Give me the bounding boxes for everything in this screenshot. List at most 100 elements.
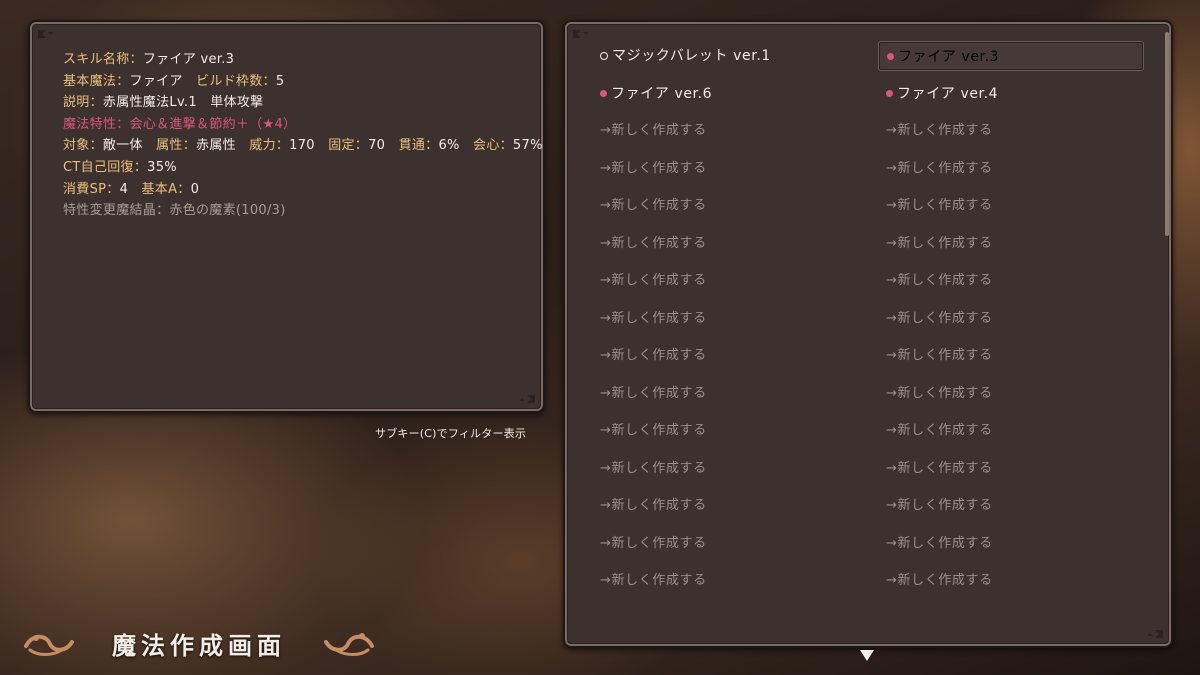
slot-label: →新しく作成する <box>886 235 993 251</box>
corner-ornament-icon <box>1141 616 1165 640</box>
info-line: 説明：赤属性魔法Lv.1 単体攻撃 <box>63 92 543 114</box>
list-scrollbar[interactable] <box>1165 32 1169 236</box>
info-line: 魔法特性：会心＆進撃＆節約＋（★4） <box>63 114 543 136</box>
new-magic-slot[interactable]: →新しく作成する <box>600 266 707 296</box>
info-key: 貫通： <box>398 138 439 154</box>
slot-label: ファイア ver.4 <box>897 85 999 102</box>
new-magic-slot[interactable]: →新しく作成する <box>600 154 707 184</box>
new-magic-slot[interactable]: →新しく作成する <box>600 304 707 334</box>
info-key: ビルド枠数： <box>196 73 276 89</box>
info-value: 赤色の魔素(100/3) <box>169 203 286 219</box>
slot-label: →新しく作成する <box>600 123 707 138</box>
new-magic-slot[interactable]: →新しく作成する <box>886 416 993 446</box>
info-key: 威力： <box>249 138 290 154</box>
new-magic-slot[interactable]: →新しく作成する <box>886 379 993 409</box>
slot-label: ファイア ver.6 <box>611 85 713 102</box>
info-value: 0 <box>190 181 200 197</box>
info-value: 57% <box>512 138 543 154</box>
swirl-ornament-icon <box>22 624 78 660</box>
slot-label: →新しく作成する <box>600 385 707 401</box>
info-key: 基本A： <box>141 181 191 197</box>
slot-label: →新しく作成する <box>886 385 993 401</box>
magic-slot[interactable]: ファイア ver.4 <box>886 79 998 109</box>
slot-label: →新しく作成する <box>886 423 993 438</box>
corner-ornament-icon <box>36 28 60 52</box>
slot-label: →新しく作成する <box>600 535 707 551</box>
slot-label: →新しく作成する <box>886 160 993 176</box>
pink-dot-icon <box>886 89 893 97</box>
new-magic-slot[interactable]: →新しく作成する <box>600 229 707 259</box>
new-magic-slot[interactable]: →新しく作成する <box>886 229 993 259</box>
info-value: 赤属性魔法Lv.1 単体攻撃 <box>102 95 264 111</box>
new-magic-slot[interactable]: →新しく作成する <box>600 191 707 221</box>
new-magic-slot[interactable]: →新しく作成する <box>600 341 707 371</box>
info-value: 6% <box>438 138 460 154</box>
info-line: スキル名称：ファイア ver.3 <box>63 49 543 71</box>
magic-slot[interactable]: ファイア ver.3 <box>878 41 1144 71</box>
slot-label: →新しく作成する <box>886 460 993 476</box>
info-line: 対象：敵一体 属性：赤属性 威力：170 固定：70 貫通：6% 会心：57% <box>63 135 543 157</box>
new-magic-slot[interactable]: →新しく作成する <box>886 116 993 146</box>
info-key: 基本魔法： <box>63 73 130 89</box>
triangle-down-icon[interactable] <box>860 650 874 661</box>
new-magic-slot[interactable]: →新しく作成する <box>886 529 993 559</box>
slot-label: →新しく作成する <box>600 273 707 288</box>
ring-dot-icon <box>600 52 608 60</box>
corner-ornament-icon <box>571 28 595 52</box>
info-value: 5 <box>275 73 285 89</box>
new-magic-slot[interactable]: →新しく作成する <box>886 491 993 521</box>
filter-hint-text: サブキー(C)でフィルター表示 <box>375 427 527 440</box>
magic-slot[interactable]: ファイア ver.6 <box>600 79 712 109</box>
slot-label: →新しく作成する <box>600 460 707 476</box>
info-value: 4 <box>119 181 129 197</box>
pink-dot-icon <box>600 89 607 97</box>
info-key: 会心： <box>473 138 513 154</box>
new-magic-slot[interactable]: →新しく作成する <box>886 304 993 334</box>
new-magic-slot[interactable]: →新しく作成する <box>886 454 993 484</box>
slot-label: →新しく作成する <box>600 235 707 251</box>
info-value: 赤属性 <box>196 138 236 154</box>
new-magic-slot[interactable]: →新しく作成する <box>886 154 993 184</box>
corner-ornament-icon <box>513 381 537 405</box>
new-magic-slot[interactable]: →新しく作成する <box>600 491 707 521</box>
new-magic-slot[interactable]: →新しく作成する <box>886 341 993 371</box>
info-key: 固定： <box>328 138 369 154</box>
slot-label: →新しく作成する <box>886 535 993 551</box>
new-magic-slot[interactable]: →新しく作成する <box>886 266 993 296</box>
slot-label: →新しく作成する <box>600 573 707 588</box>
info-key: CT自己回復： <box>63 159 148 175</box>
new-magic-slot[interactable]: →新しく作成する <box>600 416 707 446</box>
new-magic-slot[interactable]: →新しく作成する <box>600 566 707 596</box>
skill-info-lines: スキル名称：ファイア ver.3 基本魔法：ファイア ビルド枠数：5 説明：赤属性魔… <box>63 49 543 222</box>
info-value: 70 <box>368 138 386 154</box>
swirl-ornament-icon <box>320 624 376 660</box>
slot-label: →新しく作成する <box>600 498 707 513</box>
info-key: 消費SP： <box>63 181 120 197</box>
info-value: 会心＆進撃＆節約＋（★4） <box>129 116 297 132</box>
new-magic-slot[interactable]: →新しく作成する <box>600 454 707 484</box>
new-magic-slot[interactable]: →新しく作成する <box>886 566 993 596</box>
info-value: 35% <box>147 159 177 175</box>
slot-label: →新しく作成する <box>886 123 993 138</box>
info-line: 特性変更魔結晶：赤色の魔素(100/3) <box>63 200 543 222</box>
info-value: ファイア ver.3 <box>142 52 235 67</box>
screen-title: 魔法作成画面 <box>112 632 286 660</box>
new-magic-slot[interactable]: →新しく作成する <box>600 379 707 409</box>
info-value: 敵一体 <box>102 138 143 154</box>
new-magic-slot[interactable]: →新しく作成する <box>600 116 707 146</box>
info-key: 対象： <box>63 138 103 154</box>
slot-label: →新しく作成する <box>600 198 707 213</box>
info-line: 消費SP：4 基本A：0 <box>63 179 543 201</box>
info-key: スキル名称： <box>63 52 143 67</box>
slot-label: ファイア ver.3 <box>898 49 1000 65</box>
info-value: 170 <box>289 138 315 154</box>
slot-label: →新しく作成する <box>600 423 707 438</box>
new-magic-slot[interactable]: →新しく作成する <box>886 191 993 221</box>
info-line: CT自己回復：35% <box>63 157 543 179</box>
info-key: 特性変更魔結晶： <box>63 203 170 219</box>
info-key: 属性： <box>156 138 197 154</box>
pink-dot-icon <box>887 53 894 60</box>
magic-slot[interactable]: マジックバレット ver.1 <box>600 41 771 71</box>
slot-label: →新しく作成する <box>886 310 993 326</box>
new-magic-slot[interactable]: →新しく作成する <box>600 529 707 559</box>
